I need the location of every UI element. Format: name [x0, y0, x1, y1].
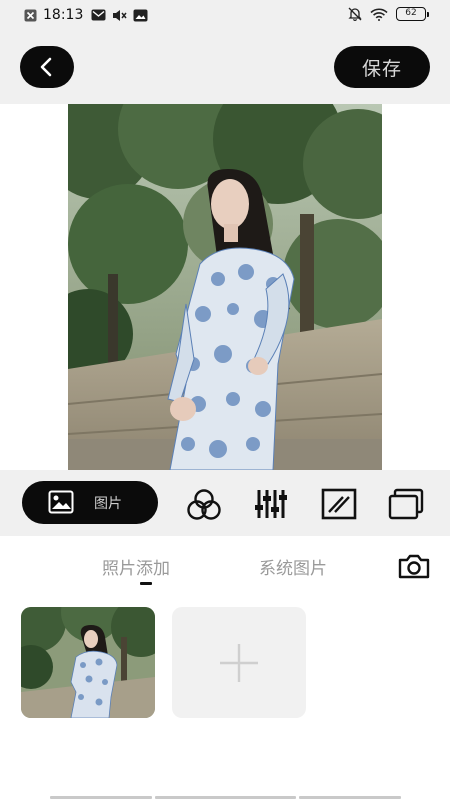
image-notification-icon — [133, 9, 148, 21]
photo-tool-button[interactable]: 图片 — [22, 481, 158, 524]
camera-button[interactable] — [397, 552, 431, 580]
adjust-tool-button[interactable] — [253, 487, 289, 521]
circles-filter-icon — [187, 489, 221, 520]
image-icon — [48, 490, 74, 518]
gesture-bar-segment — [50, 796, 152, 799]
chevron-left-icon — [40, 57, 52, 77]
edit-toolbar: 图片 — [0, 470, 450, 536]
status-right: 62 — [348, 7, 429, 21]
camera-icon — [398, 554, 430, 579]
add-photo-button[interactable] — [172, 607, 306, 718]
status-left: 18:13 — [24, 7, 148, 23]
status-bar: 18:13 62 — [0, 0, 450, 30]
image-panel: 照片添加 系统图片 — [0, 536, 450, 800]
mail-icon — [91, 9, 106, 21]
status-time: 18:13 — [43, 7, 84, 23]
close-box-icon — [24, 9, 37, 21]
filter-tool-button[interactable] — [186, 487, 222, 521]
photo-preview — [68, 104, 382, 470]
gesture-bar-segment — [299, 796, 401, 799]
gesture-bar-segment — [155, 796, 296, 799]
sliders-adjust-icon — [255, 490, 287, 518]
wifi-icon — [370, 8, 388, 21]
silent-bell-icon — [348, 7, 362, 21]
photo-thumbnail[interactable] — [21, 607, 155, 718]
plus-icon — [220, 643, 258, 682]
save-button[interactable]: 保存 — [334, 46, 430, 88]
tab-indicator — [140, 582, 152, 585]
texture-square-icon — [321, 488, 357, 520]
tab-photo-add[interactable]: 照片添加 — [102, 554, 170, 579]
layers-icon — [388, 488, 424, 520]
back-button[interactable] — [20, 46, 74, 88]
tab-system-images[interactable]: 系统图片 — [259, 554, 327, 579]
preview-area — [0, 104, 450, 470]
layers-tool-button[interactable] — [388, 487, 424, 521]
battery-icon: 62 — [396, 7, 429, 21]
texture-tool-button[interactable] — [321, 487, 357, 521]
photo-tool-label: 图片 — [94, 496, 122, 512]
mute-icon — [113, 9, 127, 21]
